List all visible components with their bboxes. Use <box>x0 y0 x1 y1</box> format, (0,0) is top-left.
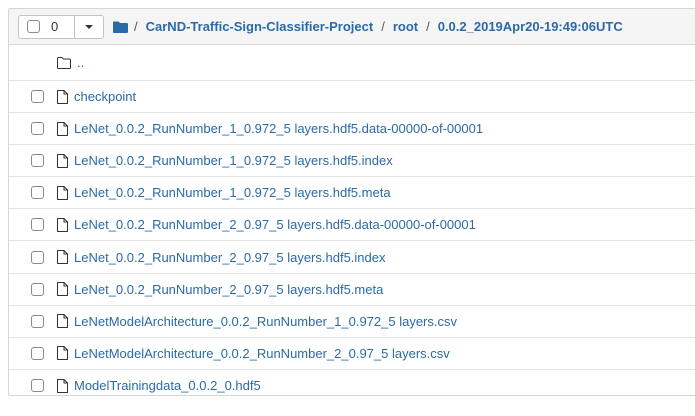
parent-directory-link[interactable]: .. <box>77 55 84 70</box>
breadcrumb-separator: / <box>134 19 138 34</box>
file-name-link[interactable]: LeNetModelArchitecture_0.0.2_RunNumber_1… <box>74 314 457 329</box>
select-menu-button[interactable] <box>75 16 103 38</box>
file-icon <box>57 250 68 265</box>
file-name-link[interactable]: ModelTrainingdata_0.0.2_0.hdf5 <box>74 378 261 393</box>
breadcrumb-item[interactable]: root <box>393 19 418 34</box>
file-name-link[interactable]: LeNet_0.0.2_RunNumber_2_0.97_5 layers.hd… <box>74 250 386 265</box>
file-name-link[interactable]: checkpoint <box>74 89 136 104</box>
row-checkbox[interactable] <box>31 90 44 104</box>
file-name-link[interactable]: LeNet_0.0.2_RunNumber_2_0.97_5 layers.hd… <box>74 217 476 232</box>
row-checkbox[interactable] <box>31 314 44 328</box>
list-item[interactable]: LeNet_0.0.2_RunNumber_1_0.972_5 layers.h… <box>9 113 695 146</box>
chevron-down-icon <box>85 24 93 29</box>
file-list: .. checkpoint LeNet_0.0.2_RunNumber_1_0.… <box>9 45 695 402</box>
file-name-link[interactable]: LeNet_0.0.2_RunNumber_1_0.972_5 layers.h… <box>74 153 393 168</box>
list-item[interactable]: LeNet_0.0.2_RunNumber_1_0.972_5 layers.h… <box>9 145 695 178</box>
list-item[interactable]: LeNetModelArchitecture_0.0.2_RunNumber_1… <box>9 306 695 338</box>
row-checkbox[interactable] <box>31 379 44 393</box>
file-icon <box>57 282 68 297</box>
breadcrumb-item[interactable]: CarND-Traffic-Sign-Classifier-Project <box>146 19 374 34</box>
breadcrumb-separator: / <box>381 19 385 34</box>
folder-icon <box>57 56 71 69</box>
file-icon <box>57 121 68 136</box>
list-item[interactable]: LeNet_0.0.2_RunNumber_2_0.97_5 layers.hd… <box>9 241 695 274</box>
breadcrumb-item[interactable]: 0.0.2_2019Apr20-19:49:06UTC <box>438 19 623 34</box>
selected-count: 0 <box>51 19 59 34</box>
file-browser-panel: 0 / CarND-Traffic-Sign-Classifier-Projec… <box>8 8 695 396</box>
list-item[interactable]: LeNet_0.0.2_RunNumber_2_0.97_5 layers.hd… <box>9 274 695 306</box>
row-checkbox[interactable] <box>31 346 44 360</box>
list-item[interactable]: checkpoint <box>9 81 695 114</box>
row-checkbox[interactable] <box>31 250 44 264</box>
file-icon <box>57 153 68 168</box>
select-dropdown[interactable]: 0 <box>18 14 104 39</box>
folder-icon[interactable] <box>113 21 128 33</box>
breadcrumb-separator: / <box>426 19 430 34</box>
file-icon <box>57 378 68 393</box>
file-icon <box>57 217 68 232</box>
file-icon <box>57 314 68 329</box>
select-all-checkbox[interactable] <box>27 20 40 33</box>
file-icon <box>57 346 68 361</box>
list-item[interactable]: LeNet_0.0.2_RunNumber_2_0.97_5 layers.hd… <box>9 209 695 242</box>
file-name-link[interactable]: LeNet_0.0.2_RunNumber_1_0.972_5 layers.h… <box>74 185 391 200</box>
select-all-toggle[interactable]: 0 <box>19 15 75 38</box>
row-checkbox[interactable] <box>31 154 44 168</box>
list-item[interactable]: LeNetModelArchitecture_0.0.2_RunNumber_2… <box>9 338 695 370</box>
row-checkbox[interactable] <box>31 122 44 136</box>
list-item[interactable]: ModelTrainingdata_0.0.2_0.hdf5 <box>9 370 695 402</box>
file-name-link[interactable]: LeNet_0.0.2_RunNumber_2_0.97_5 layers.hd… <box>74 282 383 297</box>
list-item-parent[interactable]: .. <box>9 45 695 81</box>
file-name-link[interactable]: LeNet_0.0.2_RunNumber_1_0.972_5 layers.h… <box>74 121 483 136</box>
breadcrumb: / CarND-Traffic-Sign-Classifier-Project … <box>113 19 631 34</box>
list-item[interactable]: LeNet_0.0.2_RunNumber_1_0.972_5 layers.h… <box>9 177 695 210</box>
file-name-link[interactable]: LeNetModelArchitecture_0.0.2_RunNumber_2… <box>74 346 450 361</box>
file-icon <box>57 89 68 104</box>
file-icon <box>57 185 68 200</box>
row-checkbox[interactable] <box>31 186 44 200</box>
file-list-header: 0 / CarND-Traffic-Sign-Classifier-Projec… <box>9 9 695 45</box>
row-checkbox[interactable] <box>31 282 44 296</box>
row-checkbox[interactable] <box>31 218 44 232</box>
